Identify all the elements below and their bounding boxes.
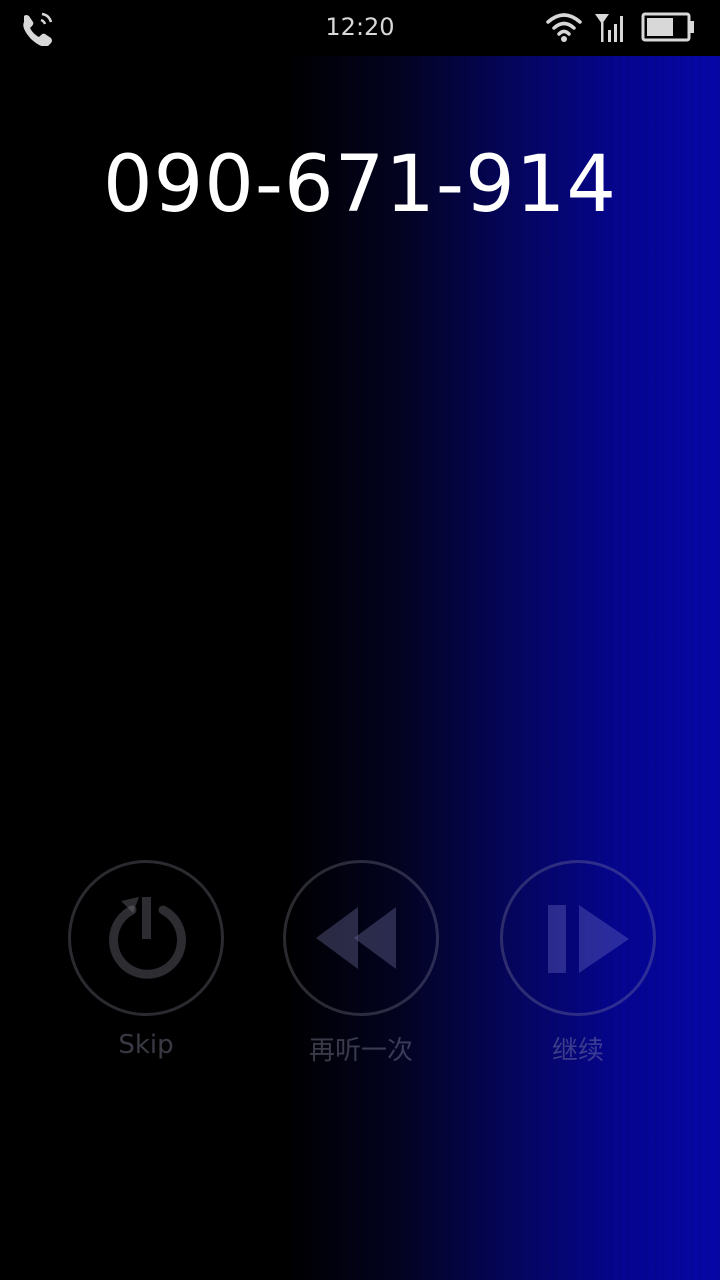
skip-label: Skip (118, 1030, 174, 1060)
phone-number: 090-671-914 (103, 140, 617, 230)
battery-icon (641, 12, 694, 42)
replay-button[interactable]: 再听一次 (281, 860, 441, 1067)
replay-button-circle[interactable] (283, 860, 439, 1016)
rewind-icon (316, 907, 396, 969)
continue-button-circle[interactable] (500, 860, 656, 1016)
continue-button[interactable]: 继续 (498, 860, 658, 1067)
call-screen: 12:20 090-671-914 Skip 再听一次 继续 (0, 0, 720, 1280)
status-bar: 12:20 (0, 0, 720, 56)
wifi-icon (546, 13, 582, 42)
signal-icon (595, 14, 623, 42)
play-pause-icon (548, 905, 629, 973)
power-icon (109, 897, 186, 979)
continue-label: 继续 (551, 1036, 604, 1066)
replay-label: 再听一次 (308, 1036, 413, 1066)
skip-button[interactable]: Skip (66, 860, 226, 1060)
skip-button-circle[interactable] (68, 860, 224, 1016)
